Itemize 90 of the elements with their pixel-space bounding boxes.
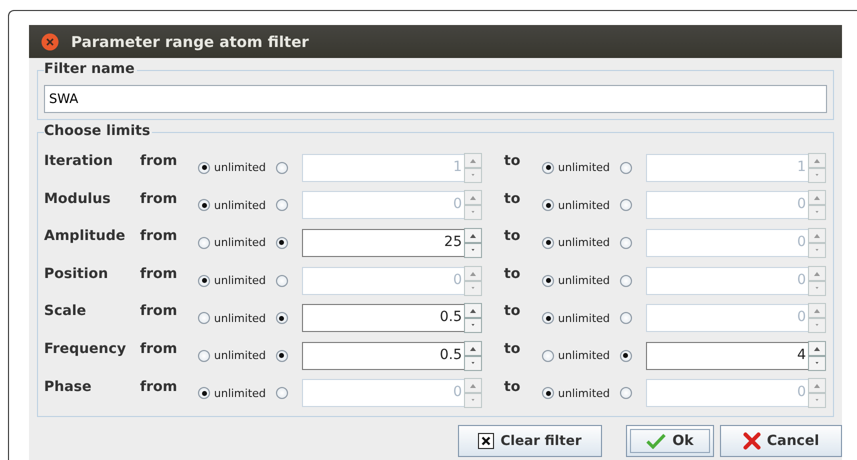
radio-button[interactable]: [542, 350, 554, 362]
checkmark-icon: [646, 433, 666, 450]
radio-button[interactable]: [198, 162, 210, 174]
radio-label: unlimited: [214, 161, 266, 174]
to-label: to: [504, 378, 522, 395]
radio-button[interactable]: [542, 274, 554, 287]
radio-button[interactable]: [198, 274, 210, 287]
radio-button[interactable]: [620, 236, 632, 249]
radio-label: unlimited: [558, 349, 610, 362]
number-field[interactable]: 1: [646, 154, 808, 182]
from-label: from: [140, 302, 178, 320]
radio-button[interactable]: [198, 236, 210, 249]
number-field[interactable]: 0.5: [302, 304, 464, 332]
parameter-label: Scale: [44, 302, 88, 320]
from-label: from: [140, 152, 178, 169]
to-label: to: [504, 340, 522, 357]
boxed-x-icon: [478, 433, 494, 450]
from-label: from: [140, 264, 178, 282]
cancel-button[interactable]: Cancel: [720, 425, 842, 458]
to-label: to: [504, 302, 522, 320]
to-label: to: [504, 152, 522, 169]
from-label: from: [140, 340, 178, 357]
from-label: from: [140, 190, 178, 207]
radio-button[interactable]: [620, 162, 632, 174]
radio-button[interactable]: [542, 199, 554, 212]
radio-button[interactable]: [542, 162, 554, 174]
radio-button[interactable]: [620, 199, 632, 212]
number-field[interactable]: 0: [646, 228, 808, 257]
radio-button[interactable]: [276, 274, 288, 287]
radio-button[interactable]: [198, 312, 210, 324]
number-field[interactable]: 0: [302, 266, 464, 295]
radio-button[interactable]: [276, 387, 288, 400]
radio-button[interactable]: [620, 274, 632, 287]
clear-filter-button[interactable]: Clear filter: [458, 425, 602, 458]
number-field[interactable]: 0: [646, 191, 808, 220]
parameter-label: Frequency: [44, 340, 127, 357]
radio-label: unlimited: [214, 274, 266, 288]
radio-button[interactable]: [620, 312, 632, 324]
from-label: from: [140, 378, 178, 395]
parameter-label: Phase: [44, 378, 93, 395]
radio-label: unlimited: [558, 198, 610, 212]
radio-button[interactable]: [276, 162, 288, 174]
number-field[interactable]: 1: [302, 154, 464, 182]
to-label: to: [504, 264, 522, 282]
window-title: Parameter range atom filter: [71, 32, 309, 50]
radio-label: unlimited: [558, 161, 610, 174]
close-icon[interactable]: [41, 32, 59, 50]
radio-button[interactable]: [542, 312, 554, 324]
parameter-label: Position: [44, 264, 110, 282]
to-label: to: [504, 227, 522, 244]
radio-label: unlimited: [214, 386, 266, 400]
spinner-arrows-icon[interactable]: [464, 228, 482, 258]
number-field[interactable]: 0: [646, 304, 808, 332]
number-field[interactable]: 25: [302, 228, 464, 257]
radio-button[interactable]: [620, 350, 632, 362]
filter-name-field[interactable]: SWA: [44, 85, 827, 113]
number-field[interactable]: 4: [646, 342, 808, 370]
radio-label: unlimited: [214, 349, 266, 362]
radio-label: unlimited: [558, 236, 610, 250]
to-label: to: [504, 190, 522, 207]
radio-label: unlimited: [558, 386, 610, 400]
radio-button[interactable]: [276, 236, 288, 249]
number-field[interactable]: 0: [646, 266, 808, 295]
radio-label: unlimited: [558, 312, 610, 325]
radio-button[interactable]: [276, 199, 288, 212]
radio-button[interactable]: [198, 350, 210, 362]
radio-button[interactable]: [276, 312, 288, 324]
radio-label: unlimited: [214, 236, 266, 250]
radio-label: unlimited: [214, 198, 266, 212]
spinner-arrows-icon[interactable]: [464, 303, 482, 334]
radio-button[interactable]: [198, 199, 210, 212]
radio-button[interactable]: [542, 236, 554, 249]
radio-button[interactable]: [620, 387, 632, 400]
number-field[interactable]: 0: [302, 191, 464, 220]
parameter-label: Iteration: [44, 152, 114, 169]
radio-label: unlimited: [214, 312, 266, 325]
radio-label: unlimited: [558, 274, 610, 288]
from-label: from: [140, 227, 178, 244]
spinner-arrows-icon[interactable]: [464, 340, 482, 371]
radio-button[interactable]: [198, 387, 210, 400]
radio-button[interactable]: [542, 387, 554, 400]
cross-icon: [742, 432, 761, 450]
number-field[interactable]: 0: [302, 379, 464, 408]
ok-button[interactable]: Ok: [626, 425, 714, 458]
parameter-label: Modulus: [44, 190, 112, 207]
radio-button[interactable]: [276, 350, 288, 362]
spinner-arrows-icon[interactable]: [808, 340, 826, 371]
parameter-label: Amplitude: [44, 227, 126, 244]
number-field[interactable]: 0.5: [302, 342, 464, 370]
number-field[interactable]: 0: [646, 379, 808, 408]
